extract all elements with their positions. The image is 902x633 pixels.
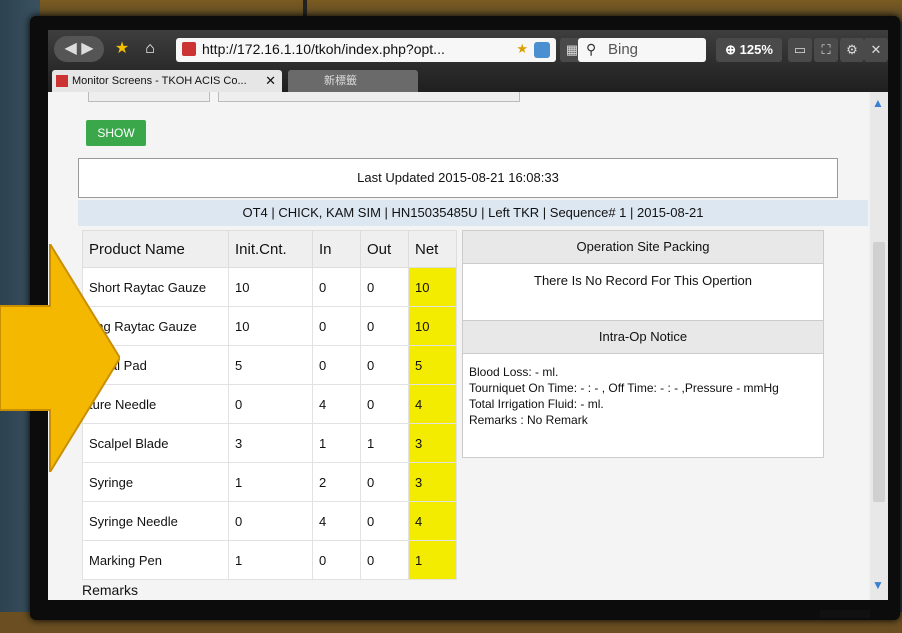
panel-message: There Is No Record For This Opertion (534, 273, 752, 288)
net-cell: 10 (408, 306, 457, 346)
partial-control[interactable] (218, 92, 520, 102)
count-table: Product Name Init.Cnt. In Out Net Short … (82, 230, 457, 580)
table-row: Marking Pen 1 0 0 1 (82, 540, 457, 580)
out-cell: 1 (360, 423, 409, 463)
rss-icon[interactable] (534, 42, 550, 58)
init-count-cell: 0 (228, 384, 313, 424)
tv-stand (820, 610, 870, 618)
search-icon: ⚲ (586, 41, 597, 57)
init-count-cell: 1 (228, 462, 313, 502)
net-cell: 5 (408, 345, 457, 385)
browser-window: ◀ ▶ ★ ⌂ http://172.16.1.10/tkoh/index.ph… (48, 30, 888, 600)
notice-remarks-line: Remarks : No Remark (469, 413, 588, 427)
scroll-up-icon[interactable]: ▲ (872, 96, 884, 110)
home-icon[interactable]: ⌂ (138, 36, 162, 62)
init-count-cell: 1 (228, 540, 313, 580)
favorites-star-icon[interactable]: ★ (110, 36, 134, 62)
table-header-row: Product Name Init.Cnt. In Out Net (82, 230, 457, 268)
table-row: ture Needle 0 4 0 4 (82, 384, 457, 424)
net-cell: 1 (408, 540, 457, 580)
intra-op-notice-panel: Intra-Op Notice Blood Loss: - ml. Tourni… (462, 320, 824, 458)
init-count-cell: 10 (228, 267, 313, 307)
bookmark-star-icon[interactable]: ★ (516, 41, 528, 57)
in-cell: 4 (312, 501, 361, 541)
browser-toolbar: ◀ ▶ ★ ⌂ http://172.16.1.10/tkoh/index.ph… (48, 30, 888, 92)
page-content: SHOW Last Updated 2015-08-21 16:08:33 OT… (48, 92, 868, 600)
tourniquet-line: Tourniquet On Time: - : - , Off Time: - … (469, 381, 779, 395)
scroll-thumb[interactable] (873, 242, 885, 502)
fullscreen-icon[interactable]: ⛶ (814, 38, 838, 62)
close-icon[interactable]: ✕ (864, 38, 888, 62)
in-cell: 1 (312, 423, 361, 463)
out-cell: 0 (360, 462, 409, 502)
init-count-cell: 5 (228, 345, 313, 385)
site-favicon-icon (182, 42, 196, 56)
yellow-arrow-icon (0, 244, 120, 472)
zoom-icon: ⊕ (725, 42, 737, 57)
zoom-value: 125% (739, 42, 773, 57)
remarks-heading: Remarks (82, 582, 139, 598)
column-header: In (312, 230, 361, 268)
blood-loss-line: Blood Loss: - ml. (469, 365, 559, 379)
search-input: Bing (608, 41, 639, 58)
table-row: Short Raytac Gauze 10 0 0 10 (82, 267, 457, 307)
case-info-bar: OT4 | CHICK, KAM SIM | HN15035485U | Lef… (78, 200, 868, 226)
tab-favicon-icon (56, 75, 68, 87)
table-row: Syringe Needle 0 4 0 4 (82, 501, 457, 541)
net-cell: 10 (408, 267, 457, 307)
table-row: ong Raytac Gauze 10 0 0 10 (82, 306, 457, 346)
url-text: http://172.16.1.10/tkoh/index.php?opt... (202, 41, 445, 57)
panel-title: Operation Site Packing (463, 231, 823, 264)
product-name-cell: Syringe Needle (82, 501, 229, 541)
table-row: Scalpel Blade 3 1 1 3 (82, 423, 457, 463)
net-cell: 4 (408, 501, 457, 541)
search-box[interactable]: ⚲ Bing (578, 38, 706, 62)
init-count-cell: 0 (228, 501, 313, 541)
window-icon[interactable]: ▭ (788, 38, 812, 62)
column-header: Out (360, 230, 409, 268)
product-name-cell: Marking Pen (82, 540, 229, 580)
back-forward-button[interactable]: ◀ ▶ (54, 36, 104, 62)
last-updated-banner: Last Updated 2015-08-21 16:08:33 (78, 158, 838, 198)
scrollbar[interactable]: ▲ ▼ (870, 92, 888, 600)
out-cell: 0 (360, 267, 409, 307)
tab-monitor-screens[interactable]: Monitor Screens - TKOH ACIS Co... ✕ (52, 70, 282, 92)
tab-bar: Monitor Screens - TKOH ACIS Co... ✕ 新標籤 (48, 68, 888, 92)
notice-body: Blood Loss: - ml. Tourniquet On Time: - … (463, 354, 823, 438)
net-cell: 3 (408, 462, 457, 502)
column-header: Net (408, 230, 457, 268)
out-cell: 0 (360, 306, 409, 346)
in-cell: 4 (312, 384, 361, 424)
table-row: minal Pad 5 0 0 5 (82, 345, 457, 385)
panel-title: Intra-Op Notice (463, 321, 823, 354)
in-cell: 2 (312, 462, 361, 502)
net-cell: 4 (408, 384, 457, 424)
scroll-down-icon[interactable]: ▼ (872, 578, 884, 592)
column-header: Init.Cnt. (228, 230, 313, 268)
address-bar[interactable]: http://172.16.1.10/tkoh/index.php?opt...… (176, 38, 556, 62)
in-cell: 0 (312, 345, 361, 385)
out-cell: 0 (360, 384, 409, 424)
tab-label: Monitor Screens - TKOH ACIS Co... (72, 75, 247, 87)
table-row: Syringe 1 2 0 3 (82, 462, 457, 502)
init-count-cell: 10 (228, 306, 313, 346)
tab-close-icon[interactable]: ✕ (265, 70, 276, 92)
tab-new[interactable]: 新標籤 (288, 70, 418, 92)
out-cell: 0 (360, 345, 409, 385)
init-count-cell: 3 (228, 423, 313, 463)
irrigation-line: Total Irrigation Fluid: - ml. (469, 397, 604, 411)
operation-site-packing-panel: Operation Site Packing There Is No Recor… (462, 230, 824, 324)
out-cell: 0 (360, 540, 409, 580)
partial-control[interactable] (88, 92, 210, 102)
zoom-level[interactable]: ⊕ 125% (716, 38, 782, 62)
gear-icon[interactable]: ⚙ (840, 38, 864, 62)
in-cell: 0 (312, 306, 361, 346)
net-cell: 3 (408, 423, 457, 463)
out-cell: 0 (360, 501, 409, 541)
tab-label: 新標籤 (324, 75, 357, 87)
show-button[interactable]: SHOW (86, 120, 146, 146)
in-cell: 0 (312, 267, 361, 307)
in-cell: 0 (312, 540, 361, 580)
